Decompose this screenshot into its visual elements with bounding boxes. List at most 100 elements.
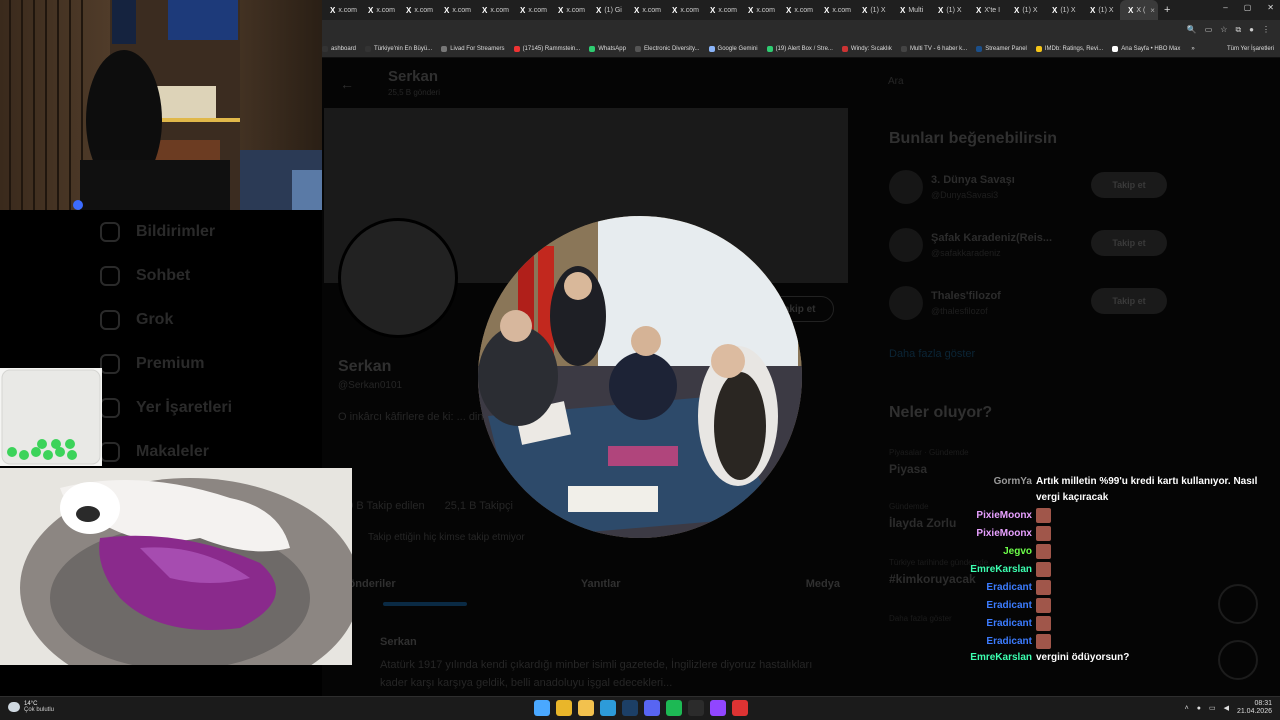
- file-explorer-icon[interactable]: [578, 700, 594, 716]
- steam-icon[interactable]: [622, 700, 638, 716]
- chat-username[interactable]: Jegvo: [900, 544, 1036, 560]
- bookmark-item[interactable]: ashboard: [322, 45, 356, 52]
- cast-icon[interactable]: ▭: [1205, 25, 1213, 35]
- bookmark-item[interactable]: WhatsApp: [589, 45, 626, 52]
- suggestion-item[interactable]: Thales'filozof @thalesfilozof Takip et: [889, 286, 1169, 326]
- emote-icon: [1036, 634, 1051, 649]
- browser-tab[interactable]: XX (×: [1120, 0, 1158, 20]
- bookmark-item[interactable]: (19) Alert Box / Stre...: [766, 45, 833, 52]
- nav-item-notifications[interactable]: Bildirimler: [100, 210, 232, 254]
- x-logo-icon: X: [330, 5, 336, 15]
- chrome-icon[interactable]: [556, 700, 572, 716]
- chat-username[interactable]: Eradicant: [900, 580, 1036, 596]
- chat-username[interactable]: Eradicant: [900, 616, 1036, 632]
- bookmarks-overflow-button[interactable]: »: [1191, 46, 1194, 52]
- profile-icon[interactable]: ●: [1249, 25, 1254, 35]
- menu-icon[interactable]: ⋮: [1262, 25, 1270, 35]
- browser-tab[interactable]: Xx.com: [474, 0, 512, 20]
- browser-tab[interactable]: Xx.com: [512, 0, 550, 20]
- browser-tab[interactable]: X (1) Gi: [588, 0, 626, 20]
- twitch-app-icon[interactable]: [710, 700, 726, 716]
- clock[interactable]: 08:31 21.04.2026: [1237, 700, 1272, 716]
- follow-button[interactable]: Takip et: [1091, 288, 1167, 314]
- chat-text: [1036, 562, 1272, 578]
- chevron-up-icon[interactable]: ˄: [1185, 705, 1189, 712]
- volume-icon[interactable]: ◀: [1224, 704, 1229, 712]
- bookmark-item[interactable]: Google Gemini: [708, 45, 758, 52]
- new-tab-button[interactable]: +: [1164, 4, 1170, 16]
- bookmark-item[interactable]: Ana Sayfa • HBO Max: [1112, 45, 1180, 52]
- edge-icon[interactable]: [600, 700, 616, 716]
- browser-tab[interactable]: Xx.com: [778, 0, 816, 20]
- browser-tab[interactable]: Xx.com: [702, 0, 740, 20]
- nav-item-premium[interactable]: Premium: [100, 342, 232, 386]
- follow-button[interactable]: Takip et: [1091, 172, 1167, 198]
- chat-username[interactable]: PixieMoonx: [900, 526, 1036, 542]
- suggestion-item[interactable]: Şafak Karadeniz(Reis... @safakkaradeniz …: [889, 228, 1169, 268]
- spotify-icon[interactable]: [666, 700, 682, 716]
- bookmark-item[interactable]: Electronic Diversity...: [634, 45, 700, 52]
- browser-tab[interactable]: X Multi: [892, 0, 930, 20]
- star-icon[interactable]: ☆: [1220, 25, 1227, 35]
- bookmark-item[interactable]: (17145) Rammstein...: [513, 45, 580, 52]
- browser-tab[interactable]: Xx.com: [740, 0, 778, 20]
- show-more-link[interactable]: Daha fazla göster: [889, 348, 975, 360]
- close-window-button[interactable]: ✕: [1267, 3, 1274, 12]
- favicon-icon: [766, 45, 773, 52]
- all-bookmarks-button[interactable]: Tüm Yer İşaretleri: [1227, 46, 1274, 52]
- bookmark-label: Electronic Diversity...: [643, 45, 700, 52]
- bookmark-item[interactable]: IMDb: Ratings, Revi...: [1035, 45, 1103, 52]
- followers-count[interactable]: 25,1 B Takipçi: [445, 500, 513, 512]
- browser-tab[interactable]: X (1) X: [930, 0, 968, 20]
- close-tab-icon[interactable]: ×: [1150, 6, 1155, 15]
- profile-avatar[interactable]: [338, 218, 458, 338]
- browser-tab[interactable]: Xx.com: [360, 0, 398, 20]
- bookmark-item[interactable]: Türkiye'nin En Büyü...: [365, 45, 432, 52]
- browser-tab[interactable]: X (1) X: [1006, 0, 1044, 20]
- chat-username[interactable]: Eradicant: [900, 634, 1036, 650]
- browser-tab[interactable]: X X'te I: [968, 0, 1006, 20]
- browser-tab[interactable]: Xx.com: [664, 0, 702, 20]
- browser-tab[interactable]: Xx.com: [322, 0, 360, 20]
- network-icon[interactable]: ▭: [1209, 704, 1216, 712]
- bookmark-item[interactable]: Livad For Streamers: [441, 45, 505, 52]
- back-arrow-icon[interactable]: ←: [340, 76, 354, 92]
- tab-replies[interactable]: Yanıtlar: [581, 578, 621, 590]
- chat-username[interactable]: PixieMoonx: [900, 508, 1036, 524]
- nav-item-chat[interactable]: Sohbet: [100, 254, 232, 298]
- suggestion-item[interactable]: 3. Dünya Savaşı @DunyaSavasi3 Takip et: [889, 170, 1169, 210]
- chat-username[interactable]: EmreKarslan: [900, 650, 1036, 666]
- browser-tab[interactable]: Xx.com: [550, 0, 588, 20]
- x-logo-icon: X: [900, 5, 906, 15]
- nav-label: Yer İşaretleri: [136, 399, 233, 416]
- start-icon[interactable]: [534, 700, 550, 716]
- extensions-icon[interactable]: ⧉: [1235, 25, 1241, 35]
- nav-item-grok[interactable]: Grok: [100, 298, 232, 342]
- zoom-icon[interactable]: 🔍: [1187, 25, 1197, 35]
- follow-button[interactable]: Takip et: [1091, 230, 1167, 256]
- obs-icon[interactable]: [688, 700, 704, 716]
- browser-tab[interactable]: Xx.com: [816, 0, 854, 20]
- browser-tab[interactable]: X (1) X: [854, 0, 892, 20]
- browser-tab[interactable]: Xx.com: [436, 0, 474, 20]
- nav-item-bookmarks[interactable]: Yer İşaretleri: [100, 386, 232, 430]
- app-circle-icon[interactable]: [732, 700, 748, 716]
- search-input[interactable]: Ara: [888, 76, 904, 87]
- browser-tab[interactable]: Xx.com: [398, 0, 436, 20]
- bookmark-item[interactable]: Streamer Panel: [976, 45, 1027, 52]
- chat-username[interactable]: EmreKarslan: [900, 562, 1036, 578]
- chat-username[interactable]: Eradicant: [900, 598, 1036, 614]
- bookmark-item[interactable]: Windy: Sıcaklık: [841, 45, 892, 52]
- minimize-button[interactable]: –: [1223, 3, 1227, 12]
- bookmark-item[interactable]: Multi TV - 6 haber k...: [900, 45, 967, 52]
- browser-tab[interactable]: X (1) X: [1044, 0, 1082, 20]
- tab-media[interactable]: Medya: [806, 578, 840, 590]
- chat-username[interactable]: GormYa: [900, 474, 1036, 490]
- tweet-author[interactable]: Serkan: [380, 636, 417, 648]
- discord-icon[interactable]: [644, 700, 660, 716]
- weather-widget[interactable]: 14°C Çok bulutlu: [8, 701, 54, 713]
- maximize-button[interactable]: ▢: [1244, 3, 1252, 12]
- browser-tab[interactable]: X (1) X: [1082, 0, 1120, 20]
- microphone-icon[interactable]: ●: [1197, 705, 1201, 712]
- browser-tab[interactable]: Xx.com: [626, 0, 664, 20]
